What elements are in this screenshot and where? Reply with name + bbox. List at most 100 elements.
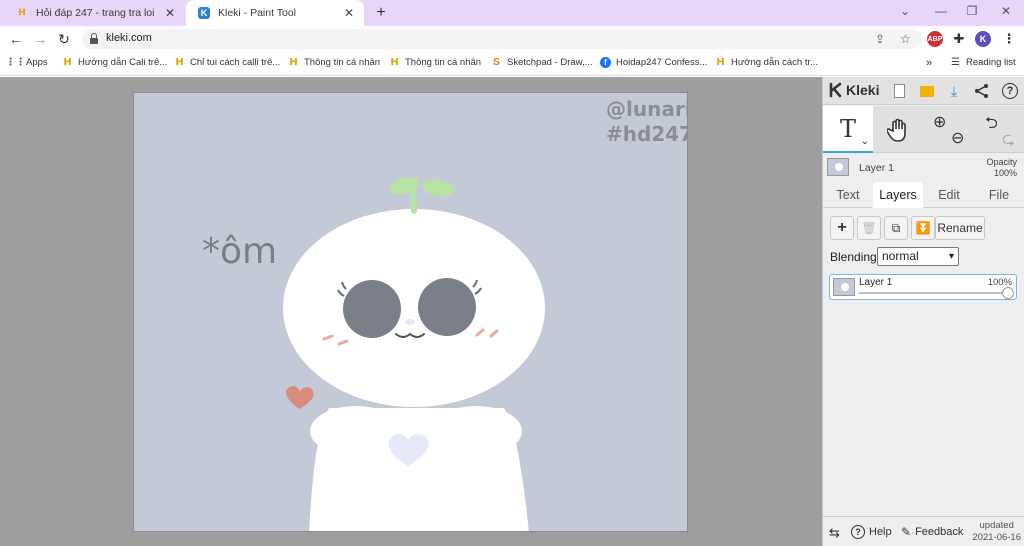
share-page-icon[interactable]: ⇪ [875, 32, 885, 46]
hoidap-favicon-icon: H [18, 8, 26, 18]
hoidap-favicon-icon: H [390, 57, 399, 68]
character-nose [405, 319, 415, 325]
tool-dropdown-chevron-icon[interactable]: ⌄ [861, 136, 869, 147]
tab-title: Kleki - Paint Tool [218, 7, 297, 19]
close-tab-icon[interactable]: ✕ [163, 6, 177, 20]
tab-edit[interactable]: Edit [927, 182, 971, 208]
sprout-leaf-right [422, 179, 454, 197]
duplicate-layer-button[interactable]: ⧉ [884, 216, 908, 240]
close-tab-icon[interactable]: ✕ [342, 6, 356, 20]
help-link[interactable]: ? Help [851, 525, 892, 539]
browser-toolbar: ← → ↻ kleki.com ⇪ ☆ ABP ✚ K ⋮ [0, 26, 1024, 52]
history-controls: ⮌ ⮎ [975, 106, 1024, 153]
delete-layer-button[interactable]: 🗑 [857, 216, 881, 240]
merge-layer-button[interactable]: ⏬ [911, 216, 935, 240]
kleki-logo: Kleki [829, 82, 879, 98]
help-icon[interactable]: ? [1000, 81, 1020, 101]
bookmark-item[interactable]: f Hoidap247 Confess... [600, 57, 707, 68]
bookmark-item[interactable]: H Thông tin cá nhân [288, 57, 380, 68]
tab-kleki[interactable]: K Kleki - Paint Tool ✕ [186, 0, 364, 26]
text-tool-button[interactable]: T ⌄ [823, 106, 873, 153]
opacity-readout: Opacity 100% [986, 157, 1017, 178]
blending-label: Blending [830, 250, 877, 264]
current-layer-header: Layer 1 Opacity 100% [823, 154, 1024, 182]
duplicate-icon: ⧉ [891, 220, 901, 235]
undo-icon[interactable]: ⮌ [985, 112, 998, 139]
rename-layer-button[interactable]: Rename [935, 216, 985, 240]
character-right-eye [418, 278, 476, 336]
tab-file[interactable]: File [977, 182, 1021, 208]
new-tab-button[interactable]: + [372, 4, 390, 22]
tab-search-chevron-icon[interactable]: ⌄ [897, 4, 913, 18]
url-text: kleki.com [106, 32, 152, 44]
tab-title: Hỏi đáp 247 - trang tra loi [36, 7, 155, 19]
redo-icon[interactable]: ⮎ [1002, 128, 1015, 155]
zoom-in-icon[interactable]: ⊕ [933, 112, 946, 132]
tab-hoidap247[interactable]: H Hỏi đáp 247 - trang tra loi ✕ [4, 0, 185, 26]
browser-tab-strip: H Hỏi đáp 247 - trang tra loi ✕ K Kleki … [0, 0, 1024, 26]
select-chevron-down-icon: ▾ [948, 251, 954, 262]
character-left-arm [310, 406, 402, 456]
hand-tool-button[interactable] [874, 106, 924, 153]
adblock-plus-icon[interactable]: ABP [927, 31, 943, 47]
open-folder-icon[interactable] [917, 81, 937, 101]
forward-arrow-icon[interactable]: → [31, 30, 49, 48]
watermark-tag: #hd247 [606, 122, 688, 146]
window-close-icon[interactable]: ✕ [998, 4, 1014, 18]
add-layer-button[interactable]: + [830, 216, 854, 240]
bookmark-item[interactable]: H Hướng dẫn cách tr... [715, 57, 818, 68]
lock-icon [90, 33, 98, 44]
hoidap-favicon-icon: H [716, 57, 725, 68]
panel-footer: ⇆ ? Help ✎ Feedback updated 2021-06-16 [823, 516, 1024, 546]
download-icon[interactable]: ⤓ [944, 81, 964, 101]
canvas-artwork [283, 177, 545, 531]
address-bar[interactable]: kleki.com ⇪ ☆ [82, 29, 922, 49]
reading-list-button[interactable]: ☰ Reading list [950, 57, 1016, 68]
new-image-icon[interactable] [889, 81, 909, 101]
bookmark-item[interactable]: H Hướng dẫn Cali trê... [62, 57, 167, 68]
sketchpad-favicon-icon: S [493, 57, 500, 68]
layer-thumbnail [833, 278, 855, 296]
bookmark-star-icon[interactable]: ☆ [900, 32, 911, 46]
bookmarks-overflow-button[interactable]: » [926, 57, 932, 69]
apps-grid-icon: ⋮⋮ [5, 57, 26, 68]
layer-opacity-slider-handle[interactable] [1002, 287, 1014, 299]
tab-text[interactable]: Text [827, 182, 869, 208]
character-head [283, 209, 545, 407]
reading-list-icon: ☰ [951, 57, 960, 68]
back-arrow-icon[interactable]: ← [7, 30, 25, 48]
bookmark-item[interactable]: S Sketchpad - Draw,... [491, 57, 592, 68]
blending-mode-select[interactable]: normal ▾ [877, 247, 959, 266]
extensions-puzzle-icon[interactable]: ✚ [951, 31, 967, 47]
restore-icon[interactable]: ❐ [964, 4, 980, 18]
bookmark-item[interactable]: H Chỉ tui cách calli trê... [174, 57, 280, 68]
feedback-link[interactable]: ✎ Feedback [901, 525, 963, 539]
zoom-controls: ⊕ ⊖ [925, 106, 975, 153]
trash-icon: 🗑 [861, 221, 877, 235]
bookmark-apps[interactable]: ⋮⋮ Apps [5, 57, 48, 68]
current-layer-name: Layer 1 [859, 162, 895, 174]
hoidap-favicon-icon: H [175, 57, 184, 68]
kleki-favicon-icon: K [198, 7, 210, 19]
browser-menu-icon[interactable]: ⋮ [1001, 31, 1017, 47]
question-icon: ? [851, 525, 865, 539]
panel-tabs: Text Layers Edit File [823, 182, 1024, 208]
share-icon[interactable] [972, 81, 992, 101]
minimize-icon[interactable]: — [933, 4, 949, 18]
small-heart [285, 385, 314, 409]
drawing-canvas[interactable]: @lunarie #hd247 *ôm [133, 92, 688, 532]
canvas-workspace[interactable]: @lunarie #hd247 *ôm [0, 77, 822, 546]
plus-icon: + [837, 219, 847, 236]
hoidap-favicon-icon: H [289, 57, 298, 68]
reload-icon[interactable]: ↻ [55, 30, 73, 48]
swap-sides-icon[interactable]: ⇆ [829, 525, 840, 541]
profile-avatar[interactable]: K [975, 31, 991, 47]
facebook-favicon-icon: f [600, 57, 611, 68]
bookmark-item[interactable]: H Thông tin cá nhân [389, 57, 481, 68]
tool-bar: T ⌄ ⊕ ⊖ ⮌ ⮎ [823, 106, 1024, 153]
tab-layers[interactable]: Layers [873, 182, 923, 208]
layer-opacity-slider-track[interactable] [859, 292, 1009, 294]
layer-name: Layer 1 [859, 277, 893, 288]
layer-list-item[interactable]: Layer 1 100% [829, 274, 1017, 300]
zoom-out-icon[interactable]: ⊖ [951, 128, 964, 148]
